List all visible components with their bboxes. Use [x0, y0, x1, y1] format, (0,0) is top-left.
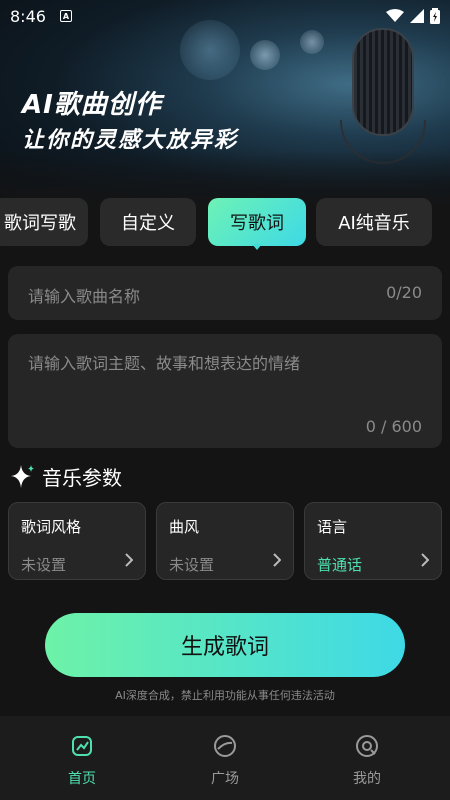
mode-tabs: 歌词写歌 自定义 写歌词 AI纯音乐 [0, 198, 450, 246]
lyrics-theme-input[interactable]: 请输入歌词主题、故事和想表达的情绪 0 / 600 [8, 334, 442, 448]
param-lyric-style[interactable]: 歌词风格 未设置 [8, 502, 146, 580]
param-value: 未设置 [21, 556, 67, 574]
music-params-header: 音乐参数 [10, 462, 122, 491]
song-name-counter: 0/20 [386, 283, 422, 302]
param-language[interactable]: 语言 普通话 [304, 502, 442, 580]
nav-profile[interactable]: 我的 [327, 734, 407, 788]
active-tab-pointer [252, 244, 262, 250]
param-label: 语言 [317, 518, 348, 536]
disclaimer-text: AI深度合成，禁止利用功能从事任何违法活动 [115, 689, 335, 702]
nav-profile-label: 我的 [353, 771, 381, 787]
bottom-nav: 首页 广场 我的 [0, 716, 450, 800]
hero-title: AI歌曲创作 [22, 90, 162, 120]
song-name-placeholder: 请输入歌曲名称 [28, 287, 141, 306]
nav-square[interactable]: 广场 [185, 734, 265, 788]
disc-icon [214, 735, 236, 757]
param-value: 未设置 [169, 556, 215, 574]
nav-square-label: 广场 [211, 771, 239, 787]
param-label: 歌词风格 [21, 518, 82, 536]
wifi-icon [386, 9, 404, 22]
param-label: 曲风 [169, 518, 200, 536]
hero-subtitle: 让你的灵感大放异彩 [22, 128, 239, 153]
tab-write-lyrics[interactable]: 写歌词 [208, 198, 306, 246]
status-time: 8:46 [10, 6, 46, 26]
status-icons [386, 8, 440, 24]
chevron-right-icon [125, 553, 133, 567]
nav-home-label: 首页 [68, 771, 96, 787]
nav-home[interactable]: 首页 [42, 734, 122, 788]
generate-lyrics-button[interactable]: 生成歌词 [45, 613, 405, 677]
profile-icon [356, 735, 378, 757]
tab-lyrics-to-song[interactable]: 歌词写歌 [0, 198, 88, 246]
status-bar: 8:46 A [0, 0, 450, 32]
chevron-right-icon [273, 553, 281, 567]
section-title: 音乐参数 [42, 466, 122, 490]
tab-ai-instrumental[interactable]: AI纯音乐 [316, 198, 432, 246]
param-value: 普通话 [317, 556, 363, 574]
tab-custom[interactable]: 自定义 [100, 198, 196, 246]
chevron-right-icon [421, 553, 429, 567]
home-icon [72, 736, 92, 756]
lyrics-theme-placeholder: 请输入歌词主题、故事和想表达的情绪 [28, 354, 301, 373]
song-name-input[interactable]: 请输入歌曲名称 0/20 [8, 266, 442, 320]
lyrics-theme-counter: 0 / 600 [365, 417, 422, 436]
battery-icon [430, 8, 440, 24]
notification-icon: A [59, 10, 72, 22]
sparkle-icon [11, 464, 34, 488]
light-bokeh [300, 30, 324, 54]
param-music-style[interactable]: 曲风 未设置 [156, 502, 294, 580]
signal-icon [410, 9, 424, 23]
light-bokeh [250, 40, 280, 70]
